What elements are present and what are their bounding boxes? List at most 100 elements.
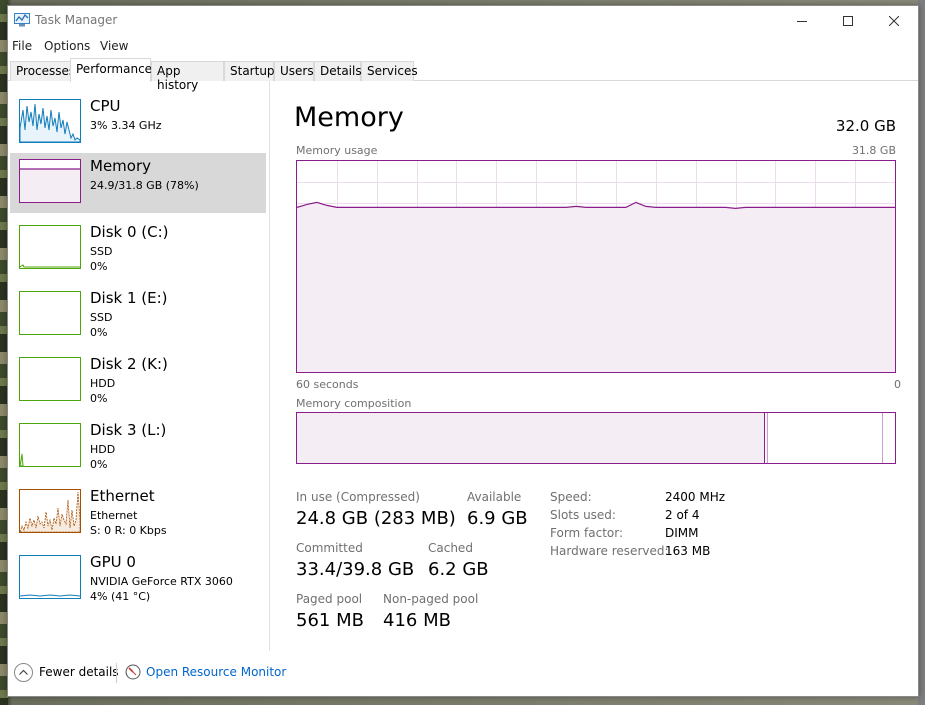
tab-app-history[interactable]: App history	[151, 61, 224, 92]
disk-1-thumbnail-graph	[19, 291, 81, 335]
sidebar-item-disk-2[interactable]: Disk 2 (K:) HDD 0%	[10, 351, 266, 411]
sidebar-detail-cpu: 3% 3.34 GHz	[90, 119, 162, 132]
performance-content: CPU 3% 3.34 GHz Memory 24.9/31.8 GB (78%…	[8, 81, 918, 651]
memory-thumbnail-graph	[19, 159, 81, 203]
sidebar-item-ethernet[interactable]: Ethernet Ethernet S: 0 R: 0 Kbps	[10, 483, 266, 543]
footer-divider	[116, 663, 117, 683]
gpu-0-thumbnail-graph	[19, 555, 81, 599]
memory-composition-label: Memory composition	[296, 397, 412, 410]
in-use-value: 24.8 GB (283 MB)	[296, 508, 456, 529]
menu-bar: File Options View	[8, 36, 918, 58]
minimize-icon	[797, 21, 807, 22]
menu-view[interactable]: View	[100, 39, 128, 53]
cached-label: Cached	[428, 541, 473, 555]
sidebar-item-memory[interactable]: Memory 24.9/31.8 GB (78%)	[10, 153, 266, 213]
time-axis-end: 0	[894, 378, 901, 391]
tab-strip: Processes Performance App history Startu…	[8, 58, 918, 92]
available-value: 6.9 GB	[467, 508, 528, 529]
sidebar-name-disk-3: Disk 3 (L:)	[90, 421, 167, 439]
title-bar[interactable]: Task Manager	[8, 6, 918, 36]
memory-usage-max: 31.8 GB	[851, 144, 896, 157]
memory-detail-panel: Memory 32.0 GB Memory usage 31.8 GB 60 s…	[294, 81, 901, 651]
paged-pool-label: Paged pool	[296, 592, 363, 606]
chevron-up-icon[interactable]	[14, 663, 33, 682]
sidebar-name-disk-2: Disk 2 (K:)	[90, 355, 168, 373]
disk-3-thumbnail-graph	[19, 423, 81, 467]
tab-startup[interactable]: Startup	[224, 61, 275, 81]
sidebar-name-disk-1: Disk 1 (E:)	[90, 289, 168, 307]
tab-services[interactable]: Services	[361, 61, 418, 81]
non-paged-pool-label: Non-paged pool	[383, 592, 479, 606]
speed-value: 2400 MHz	[665, 490, 726, 504]
disk-2-thumbnail-graph	[19, 357, 81, 401]
sidebar-usage-disk-2: 0%	[90, 392, 108, 405]
memory-composition-bar	[296, 412, 896, 464]
disk-0-thumbnail-graph	[19, 225, 81, 269]
sidebar-name-ethernet: Ethernet	[90, 487, 155, 505]
cached-value: 6.2 GB	[428, 559, 489, 580]
form-factor-value: DIMM	[665, 526, 699, 540]
tab-performance[interactable]: Performance	[70, 58, 152, 82]
window-title: Task Manager	[35, 13, 118, 27]
close-icon	[889, 16, 899, 26]
sidebar-item-disk-3[interactable]: Disk 3 (L:) HDD 0%	[10, 417, 266, 477]
close-button[interactable]	[871, 6, 917, 36]
paged-pool-value: 561 MB	[296, 610, 364, 631]
tab-details[interactable]: Details	[314, 61, 362, 81]
open-resource-monitor-link[interactable]: Open Resource Monitor	[146, 665, 286, 679]
composition-free	[882, 413, 883, 463]
menu-options[interactable]: Options	[44, 39, 90, 53]
sidebar-usage-disk-0: 0%	[90, 260, 108, 273]
sidebar-item-gpu-0[interactable]: GPU 0 NVIDIA GeForce RTX 3060 4% (41 °C)	[10, 549, 266, 609]
sidebar-name-cpu: CPU	[90, 97, 121, 115]
sidebar-item-disk-0[interactable]: Disk 0 (C:) SSD 0%	[10, 219, 266, 279]
slots-used-value: 2 of 4	[665, 508, 700, 522]
memory-usage-graph	[296, 160, 896, 373]
sidebar-item-cpu[interactable]: CPU 3% 3.34 GHz	[10, 93, 266, 153]
footer-bar: Fewer details Open Resource Monitor	[8, 651, 918, 696]
sidebar-usage-disk-1: 0%	[90, 326, 108, 339]
menu-file[interactable]: File	[12, 39, 32, 53]
hardware-reserved-value: 163 MB	[665, 544, 711, 558]
sidebar-name-gpu-0: GPU 0	[90, 553, 136, 571]
sidebar-name-memory: Memory	[90, 157, 152, 175]
tab-processes[interactable]: Processes	[10, 61, 75, 81]
time-axis-start: 60 seconds	[296, 378, 359, 391]
page-title: Memory	[294, 102, 404, 133]
sidebar-detail-memory: 24.9/31.8 GB (78%)	[90, 179, 199, 192]
non-paged-pool-value: 416 MB	[383, 610, 451, 631]
composition-in-use	[297, 413, 765, 463]
resource-monitor-icon[interactable]	[125, 664, 141, 680]
speed-label: Speed:	[550, 490, 592, 504]
sidebar-type-disk-0: SSD	[90, 245, 113, 258]
sidebar-usage-disk-3: 0%	[90, 458, 108, 471]
available-label: Available	[467, 490, 522, 504]
sidebar-type-ethernet: Ethernet	[90, 509, 138, 522]
desktop-background-right	[918, 0, 925, 705]
tab-users[interactable]: Users	[274, 61, 314, 81]
resource-sidebar: CPU 3% 3.34 GHz Memory 24.9/31.8 GB (78%…	[8, 81, 270, 651]
sidebar-throughput-ethernet: S: 0 R: 0 Kbps	[90, 524, 167, 537]
form-factor-label: Form factor:	[550, 526, 624, 540]
sidebar-type-disk-2: HDD	[90, 377, 116, 390]
task-manager-icon	[14, 13, 30, 27]
maximize-button[interactable]	[825, 6, 871, 36]
task-manager-window: Task Manager File Options View Processes…	[7, 5, 919, 697]
committed-label: Committed	[296, 541, 363, 555]
in-use-label: In use (Compressed)	[296, 490, 420, 504]
sidebar-type-disk-3: HDD	[90, 443, 116, 456]
sidebar-model-gpu-0: NVIDIA GeForce RTX 3060	[90, 575, 233, 588]
minimize-button[interactable]	[779, 6, 825, 36]
ethernet-thumbnail-graph	[19, 489, 81, 533]
sidebar-usage-gpu-0: 4% (41 °C)	[90, 590, 151, 603]
memory-usage-area	[297, 202, 895, 372]
maximize-icon	[843, 16, 853, 26]
fewer-details-button[interactable]: Fewer details	[39, 665, 119, 679]
memory-usage-label: Memory usage	[296, 144, 378, 157]
slots-used-label: Slots used:	[550, 508, 616, 522]
sidebar-item-disk-1[interactable]: Disk 1 (E:) SSD 0%	[10, 285, 266, 345]
sidebar-type-disk-1: SSD	[90, 311, 113, 324]
total-memory: 32.0 GB	[835, 117, 896, 135]
hardware-reserved-label: Hardware reserved:	[550, 544, 669, 558]
cpu-thumbnail-graph	[19, 99, 81, 143]
